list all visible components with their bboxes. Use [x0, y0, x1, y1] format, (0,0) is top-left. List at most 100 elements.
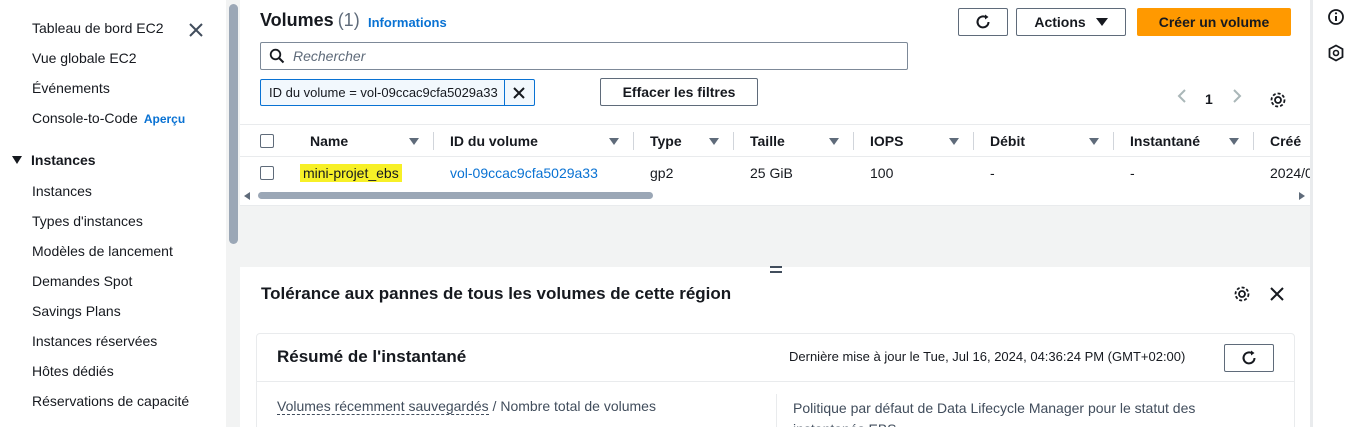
column-divider[interactable]	[433, 132, 434, 150]
sidebar-nav: Tableau de bord EC2 Vue globale EC2 Évén…	[0, 0, 226, 427]
panel-close-button[interactable]	[1269, 286, 1285, 305]
filter-token-label: ID du volume = vol-09ccac9cfa5029a33	[269, 85, 498, 100]
sidebar-item-reserved-instances[interactable]: Instances réservées	[32, 333, 157, 349]
sort-icon[interactable]	[709, 138, 719, 145]
refresh-button[interactable]	[958, 8, 1008, 36]
column-divider[interactable]	[1113, 132, 1114, 150]
sidebar-item-label: Console-to-Code	[32, 110, 138, 126]
column-header-snapshot[interactable]: Instantané	[1130, 125, 1200, 157]
settings-icon	[1234, 286, 1250, 302]
row-checkbox[interactable]	[260, 166, 274, 180]
volume-size-cell: 25 GiB	[750, 165, 793, 181]
snapshot-summary-card: Résumé de l'instantané Dernière mise à j…	[256, 333, 1295, 427]
split-panel-resize-handle[interactable]	[770, 266, 782, 276]
sort-icon[interactable]	[1089, 138, 1099, 145]
volume-created-cell: 2024/0	[1270, 165, 1310, 181]
volume-iops-cell: 100	[870, 165, 894, 181]
panel-settings-button[interactable]	[1233, 285, 1251, 306]
column-header-iops[interactable]: IOPS	[870, 125, 903, 157]
column-header-type[interactable]: Type	[650, 125, 682, 157]
sidebar-section-instances[interactable]: Instances	[12, 152, 96, 168]
page-number[interactable]: 1	[1205, 91, 1213, 107]
column-divider[interactable]	[733, 132, 734, 150]
column-header-throughput[interactable]: Débit	[990, 125, 1025, 157]
metric-label-rest: / Nombre total de volumes	[488, 398, 656, 414]
info-icon[interactable]	[1327, 8, 1347, 28]
sidebar-item-savings-plans[interactable]: Savings Plans	[32, 303, 121, 319]
search-input[interactable]	[293, 48, 873, 64]
actions-dropdown-button[interactable]: Actions	[1016, 8, 1126, 36]
sort-icon[interactable]	[609, 138, 619, 145]
actions-label: Actions	[1034, 14, 1086, 30]
clear-filters-button[interactable]: Effacer les filtres	[600, 78, 758, 106]
column-header-size[interactable]: Taille	[750, 125, 785, 157]
caret-down-icon	[12, 156, 22, 164]
card-refresh-button[interactable]	[1224, 344, 1274, 372]
page-title-text: Volumes	[260, 10, 334, 30]
column-divider[interactable]	[973, 132, 974, 150]
column-divider[interactable]	[853, 132, 854, 150]
sidebar-item-events[interactable]: Événements	[32, 80, 110, 96]
sidebar-item-console-to-code[interactable]: Console-to-Code Aperçu	[32, 110, 185, 126]
dlm-policy-metric: Politique par défaut de Data Lifecycle M…	[793, 400, 1196, 427]
next-page-button[interactable]	[1231, 88, 1243, 107]
refresh-icon	[976, 14, 990, 29]
select-all-checkbox[interactable]	[260, 134, 274, 148]
sort-icon[interactable]	[829, 138, 839, 145]
sidebar-scrollbar-thumb[interactable]	[229, 4, 238, 244]
card-column-divider	[776, 394, 777, 427]
tools-rail	[1312, 0, 1364, 427]
filter-token: ID du volume = vol-09ccac9cfa5029a33	[260, 79, 535, 106]
column-divider[interactable]	[633, 132, 634, 150]
close-icon	[1270, 287, 1284, 301]
main-content: Volumes (1) Informations Actions Créer un…	[240, 0, 1310, 427]
column-header-created[interactable]: Créé	[1270, 125, 1301, 157]
volume-name-cell[interactable]: mini-projet_ebs	[300, 164, 402, 182]
prev-page-button[interactable]	[1176, 88, 1188, 107]
settings-icon	[1270, 92, 1286, 108]
column-divider[interactable]	[1253, 132, 1254, 150]
card-title: Résumé de l'instantané	[277, 347, 467, 366]
volume-name: mini-projet_ebs	[300, 164, 402, 182]
split-panel-title: Tolérance aux pannes de tous les volumes…	[261, 284, 732, 303]
column-header-volume-id[interactable]: ID du volume	[450, 125, 538, 157]
refresh-icon	[1242, 350, 1256, 365]
volume-throughput-cell: -	[990, 165, 995, 181]
volume-type-cell: gp2	[650, 165, 674, 181]
sidebar-item-dashboard[interactable]: Tableau de bord EC2	[32, 20, 164, 36]
volume-id-link[interactable]: vol-09ccac9cfa5029a33	[450, 165, 598, 181]
volume-count: (1)	[337, 10, 360, 30]
backed-up-volumes-metric: Volumes récemment sauvegardés / Nombre t…	[277, 398, 656, 415]
create-volume-button[interactable]: Créer un volume	[1137, 8, 1291, 36]
backed-up-volumes-link[interactable]: Volumes récemment sauvegardés	[277, 398, 489, 415]
chevron-right-icon	[1233, 89, 1242, 103]
sidebar-item-spot-requests[interactable]: Demandes Spot	[32, 273, 132, 289]
sidebar-item-instances[interactable]: Instances	[32, 183, 92, 199]
close-icon[interactable]	[186, 20, 206, 40]
sort-icon[interactable]	[1229, 138, 1239, 145]
table-settings-button[interactable]	[1269, 91, 1287, 112]
ec2-volumes-console: Tableau de bord EC2 Vue globale EC2 Évén…	[0, 0, 1364, 427]
search-icon	[269, 48, 285, 64]
remove-filter-button[interactable]	[503, 80, 534, 105]
info-link[interactable]: Informations	[368, 15, 447, 30]
preview-badge: Aperçu	[143, 112, 186, 126]
sidebar-item-global-view[interactable]: Vue globale EC2	[32, 50, 137, 66]
card-header: Résumé de l'instantané Dernière mise à j…	[257, 334, 1294, 382]
split-panel-gap	[240, 205, 1310, 267]
scroll-left-icon[interactable]	[244, 192, 250, 200]
table-scrollbar-thumb[interactable]	[258, 192, 653, 199]
sort-icon[interactable]	[949, 138, 959, 145]
sidebar-item-instance-types[interactable]: Types d'instances	[32, 213, 143, 229]
hexagon-icon[interactable]	[1327, 44, 1347, 64]
sidebar-item-dedicated-hosts[interactable]: Hôtes dédiés	[32, 363, 114, 379]
column-header-name[interactable]: Name	[310, 125, 348, 157]
row-divider	[240, 156, 1310, 157]
scroll-right-icon[interactable]	[1299, 192, 1305, 200]
search-field[interactable]	[260, 42, 908, 70]
sidebar-item-capacity-reservations[interactable]: Réservations de capacité	[32, 393, 189, 409]
chevron-left-icon	[1177, 89, 1186, 103]
volume-snapshot-cell: -	[1130, 165, 1135, 181]
sidebar-item-launch-templates[interactable]: Modèles de lancement	[32, 243, 173, 259]
sort-icon[interactable]	[409, 138, 419, 145]
